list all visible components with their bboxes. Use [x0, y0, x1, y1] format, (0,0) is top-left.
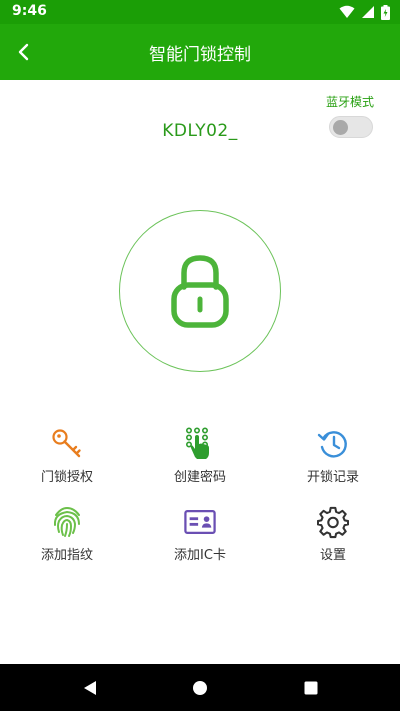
system-nav-bar	[0, 664, 400, 711]
menu-item-settings[interactable]: 设置	[273, 506, 393, 576]
status-time: 9:46	[12, 3, 47, 19]
page-title: 智能门锁控制	[149, 45, 251, 65]
key-icon	[52, 429, 81, 458]
signal-icon	[362, 6, 374, 18]
status-bar: 9:46	[0, 0, 400, 24]
device-name: KDLY02_	[0, 121, 400, 141]
nav-recents-button[interactable]	[299, 676, 323, 700]
menu-item-label: 添加指纹	[40, 548, 93, 563]
status-icons	[339, 4, 390, 20]
menu-item-label: 门锁授权	[40, 470, 93, 485]
menu-item-label: 设置	[319, 548, 346, 563]
device-name-text: KDLY02_	[162, 121, 238, 141]
menu-item-unlock-records[interactable]: 开锁记录	[273, 428, 393, 498]
gear-icon	[317, 506, 349, 539]
home-circle-icon	[193, 681, 207, 695]
back-triangle-icon	[84, 681, 96, 695]
id-card-icon	[184, 510, 216, 534]
lock-toggle-button[interactable]	[119, 210, 281, 372]
battery-icon	[381, 4, 390, 20]
padlock-icon	[171, 255, 229, 328]
fingerprint-icon	[53, 506, 80, 537]
menu-item-lock-authorization[interactable]: 门锁授权	[7, 428, 127, 498]
bluetooth-mode-label: 蓝牙模式	[325, 95, 374, 109]
nav-home-button[interactable]	[188, 676, 212, 700]
menu-item-add-ic-card[interactable]: 添加IC卡	[140, 506, 260, 576]
nav-back-button[interactable]	[78, 676, 102, 700]
wifi-icon	[339, 5, 355, 18]
recents-square-icon	[304, 681, 318, 695]
menu-item-add-fingerprint[interactable]: 添加指纹	[7, 506, 127, 576]
app-bar: 智能门锁控制	[0, 24, 400, 80]
keypad-hand-icon	[185, 427, 209, 459]
menu-item-create-password[interactable]: 创建密码	[140, 427, 260, 498]
menu-item-label: 创建密码	[173, 470, 226, 485]
history-icon	[317, 431, 347, 458]
menu-item-label: 开锁记录	[306, 470, 359, 485]
menu-item-label: 添加IC卡	[174, 548, 226, 563]
